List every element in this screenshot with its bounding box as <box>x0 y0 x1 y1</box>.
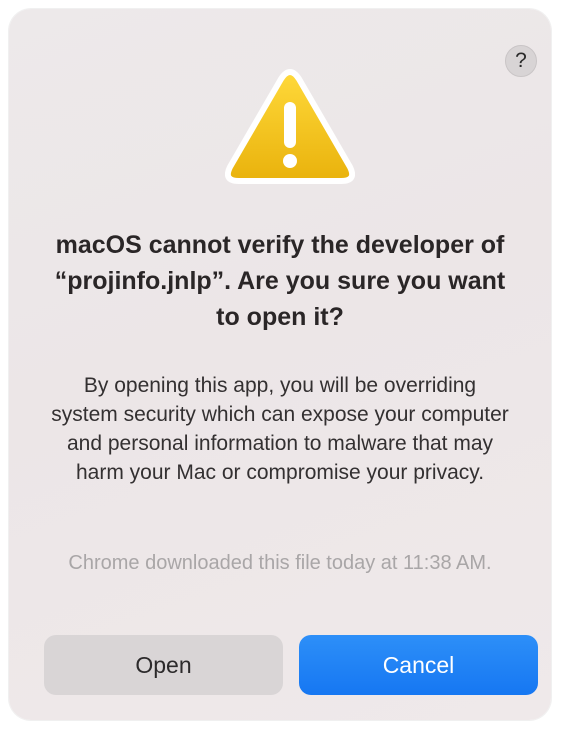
open-button[interactable]: Open <box>44 635 283 695</box>
dialog-title: macOS cannot verify the developer of “pr… <box>54 231 506 331</box>
open-button-label: Open <box>135 651 192 678</box>
help-button[interactable]: ? <box>505 45 537 77</box>
cancel-button-label: Cancel <box>382 651 455 678</box>
download-info-text: Chrome downloaded this file today at 11:… <box>68 552 492 574</box>
help-button-label: ? <box>515 49 527 72</box>
warning-triangle-icon <box>225 69 355 184</box>
dialog-message: By opening this app, you will be overrid… <box>51 374 509 484</box>
cancel-button[interactable]: Cancel <box>299 635 538 695</box>
security-warning-dialog: ? macOS cannot verify the developer of “… <box>9 9 551 720</box>
